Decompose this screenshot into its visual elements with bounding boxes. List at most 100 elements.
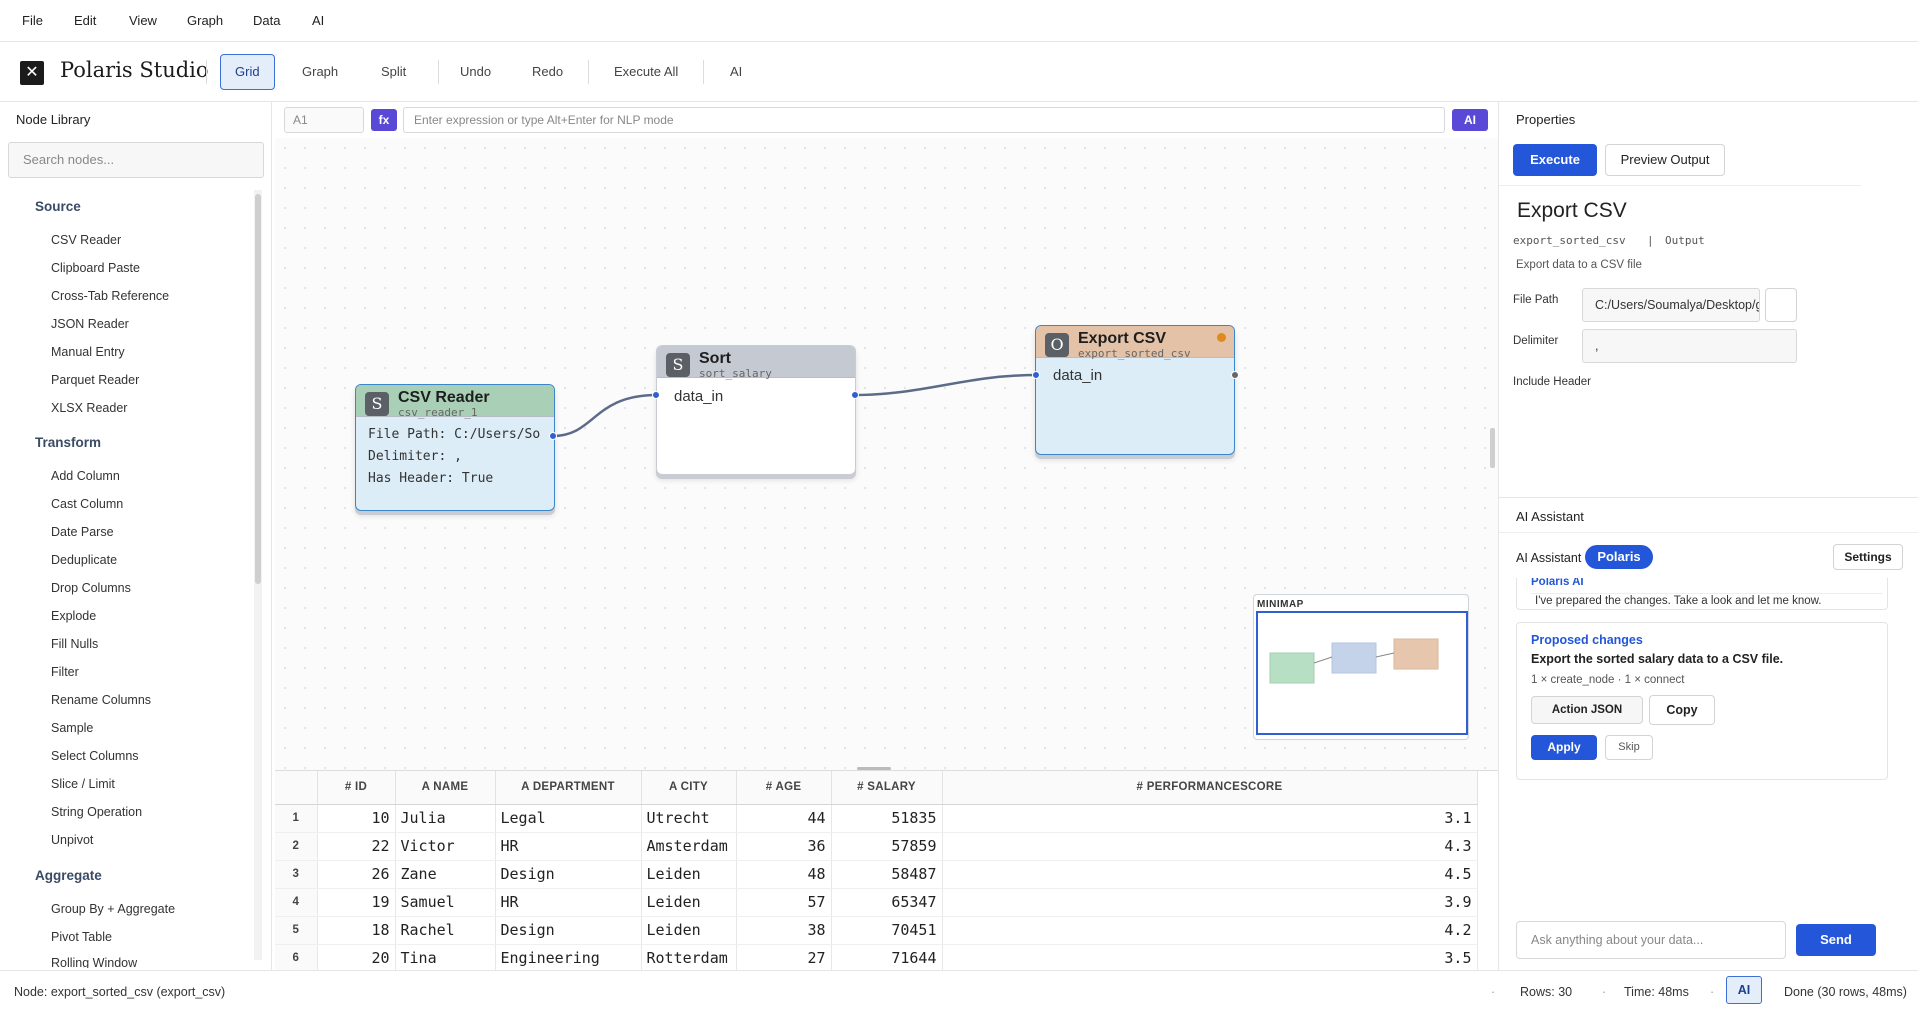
graph-view-button[interactable]: Graph — [288, 54, 352, 90]
cell-salary[interactable]: 70451 — [831, 916, 943, 945]
library-item-csv-reader[interactable]: CSV Reader — [51, 233, 121, 247]
library-item-date-parse[interactable]: Date Parse — [51, 525, 114, 539]
table-row[interactable]: 5 18 Rachel Design Leiden 38 70451 4.2 — [275, 916, 1478, 945]
export-input-port[interactable] — [1032, 371, 1040, 379]
cell-name[interactable]: Victor — [395, 832, 496, 861]
node-export-csv[interactable]: O Export CSV export_sorted_csv data_in — [1035, 325, 1235, 455]
library-item-slice-limit[interactable]: Slice / Limit — [51, 777, 115, 791]
column-header-name[interactable]: A NAME — [395, 771, 496, 805]
sort-input-port[interactable] — [652, 391, 660, 399]
column-header-age[interactable]: # AGE — [736, 771, 832, 805]
expression-ai-button[interactable]: AI — [1452, 109, 1488, 131]
cell-age[interactable]: 44 — [736, 804, 832, 833]
library-item-xlsx-reader[interactable]: XLSX Reader — [51, 401, 127, 415]
cell-salary[interactable]: 57859 — [831, 832, 943, 861]
export-output-port[interactable] — [1231, 371, 1239, 379]
cell-name[interactable]: Julia — [395, 804, 496, 833]
assistant-settings-button[interactable]: Settings — [1833, 544, 1903, 570]
menu-file[interactable]: File — [22, 13, 43, 28]
cell-age[interactable]: 38 — [736, 916, 832, 945]
library-item-cast-column[interactable]: Cast Column — [51, 497, 123, 511]
category-transform[interactable]: Transform — [35, 435, 101, 450]
library-item-fill-nulls[interactable]: Fill Nulls — [51, 637, 98, 651]
cell-salary[interactable]: 71644 — [831, 944, 943, 973]
cell-city[interactable]: Leiden — [641, 860, 737, 889]
menu-graph[interactable]: Graph — [187, 13, 223, 28]
cell-performancescore[interactable]: 3.5 — [942, 944, 1478, 973]
library-item-clipboard-paste[interactable]: Clipboard Paste — [51, 261, 140, 275]
library-item-add-column[interactable]: Add Column — [51, 469, 120, 483]
skip-button[interactable]: Skip — [1605, 735, 1653, 760]
menu-ai[interactable]: AI — [312, 13, 324, 28]
table-row[interactable]: 3 26 Zane Design Leiden 48 58487 4.5 — [275, 860, 1478, 889]
cell-performancescore[interactable]: 4.2 — [942, 916, 1478, 945]
status-ai-toggle[interactable]: AI — [1726, 976, 1762, 1004]
cell-salary[interactable]: 65347 — [831, 888, 943, 917]
node-search-input[interactable]: Search nodes... — [8, 142, 264, 178]
cell-name[interactable]: Zane — [395, 860, 496, 889]
ai-button[interactable]: AI — [716, 54, 756, 90]
include-header-label[interactable]: Include Header — [1513, 376, 1591, 388]
table-row[interactable]: 1 10 Julia Legal Utrecht 44 51835 3.1 — [275, 804, 1478, 833]
cell-id[interactable]: 10 — [317, 804, 396, 833]
cell-department[interactable]: Design — [495, 916, 642, 945]
minimap-viewport[interactable] — [1256, 611, 1468, 735]
send-button[interactable]: Send — [1796, 924, 1876, 956]
cell-department[interactable]: Design — [495, 860, 642, 889]
library-item-select-columns[interactable]: Select Columns — [51, 749, 139, 763]
cell-age[interactable]: 36 — [736, 832, 832, 861]
cell-department[interactable]: Engineering — [495, 944, 642, 973]
library-item-rolling-window[interactable]: Rolling Window — [51, 956, 137, 968]
csv-output-port[interactable] — [549, 432, 557, 440]
cell-city[interactable]: Amsterdam — [641, 832, 737, 861]
cell-id[interactable]: 22 — [317, 832, 396, 861]
cell-age[interactable]: 57 — [736, 888, 832, 917]
cell-age[interactable]: 48 — [736, 860, 832, 889]
table-row[interactable]: 2 22 Victor HR Amsterdam 36 57859 4.3 — [275, 832, 1478, 861]
category-aggregate[interactable]: Aggregate — [35, 868, 102, 883]
cell-performancescore[interactable]: 3.9 — [942, 888, 1478, 917]
cell-city[interactable]: Leiden — [641, 888, 737, 917]
library-item-pivot-table[interactable]: Pivot Table — [51, 930, 112, 944]
fx-button[interactable]: fx — [371, 109, 397, 131]
cell-age[interactable]: 27 — [736, 944, 832, 973]
library-item-sample[interactable]: Sample — [51, 721, 93, 735]
cell-reference-input[interactable]: A1 — [284, 107, 364, 133]
library-item-parquet-reader[interactable]: Parquet Reader — [51, 373, 139, 387]
edge-csv-to-sort[interactable] — [552, 393, 658, 438]
library-item-explode[interactable]: Explode — [51, 609, 96, 623]
library-item-cross-tab-reference[interactable]: Cross-Tab Reference — [51, 289, 169, 303]
category-source[interactable]: Source — [35, 199, 81, 214]
menu-data[interactable]: Data — [253, 13, 280, 28]
cell-salary[interactable]: 51835 — [831, 804, 943, 833]
preview-output-button[interactable]: Preview Output — [1605, 144, 1725, 176]
table-row[interactable]: 4 19 Samuel HR Leiden 57 65347 3.9 — [275, 888, 1478, 917]
assistant-chat-input[interactable]: Ask anything about your data... — [1516, 921, 1786, 959]
split-view-button[interactable]: Split — [367, 54, 420, 90]
cell-performancescore[interactable]: 4.5 — [942, 860, 1478, 889]
grid-view-button[interactable]: Grid — [220, 54, 275, 90]
copy-button[interactable]: Copy — [1649, 695, 1715, 725]
cell-city[interactable]: Utrecht — [641, 804, 737, 833]
column-header-department[interactable]: A DEPARTMENT — [495, 771, 642, 805]
cell-department[interactable]: Legal — [495, 804, 642, 833]
node-sort[interactable]: S Sort sort_salary data_in — [656, 345, 856, 475]
apply-button[interactable]: Apply — [1531, 735, 1597, 760]
polaris-tab[interactable]: Polaris — [1585, 545, 1653, 569]
library-item-group-by-aggregate[interactable]: Group By + Aggregate — [51, 902, 175, 916]
minimap[interactable]: MINIMAP — [1253, 594, 1469, 740]
cell-name[interactable]: Samuel — [395, 888, 496, 917]
library-item-manual-entry[interactable]: Manual Entry — [51, 345, 125, 359]
library-item-string-operation[interactable]: String Operation — [51, 805, 142, 819]
column-header-city[interactable]: A CITY — [641, 771, 737, 805]
redo-button[interactable]: Redo — [518, 54, 577, 90]
library-item-drop-columns[interactable]: Drop Columns — [51, 581, 131, 595]
cell-department[interactable]: HR — [495, 888, 642, 917]
delimiter-input[interactable]: , — [1582, 329, 1797, 363]
table-row[interactable]: 6 20 Tina Engineering Rotterdam 27 71644… — [275, 944, 1478, 973]
library-item-json-reader[interactable]: JSON Reader — [51, 317, 129, 331]
browse-file-button[interactable] — [1765, 288, 1797, 322]
cell-city[interactable]: Leiden — [641, 916, 737, 945]
cell-department[interactable]: HR — [495, 832, 642, 861]
cell-name[interactable]: Tina — [395, 944, 496, 973]
